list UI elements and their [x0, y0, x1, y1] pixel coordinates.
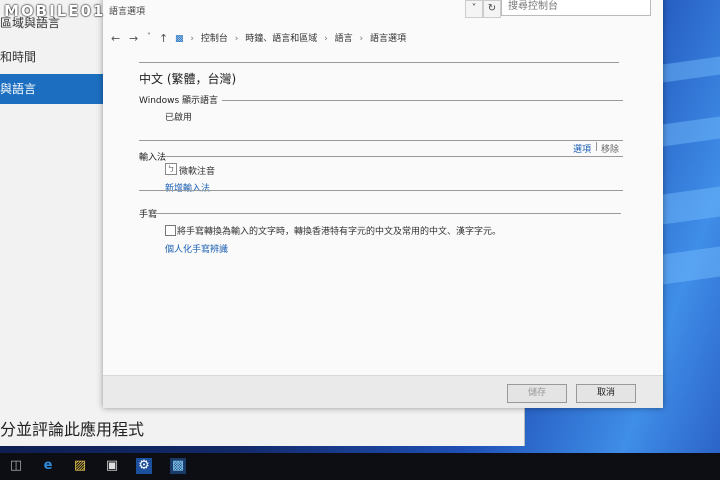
store-icon[interactable]: ▣ — [104, 458, 120, 474]
display-language-status: 已啟用 — [165, 113, 193, 123]
settings-icon[interactable]: ⚙ — [136, 458, 152, 474]
up-icon[interactable]: ↑ — [159, 32, 168, 45]
back-icon[interactable]: ← — [111, 32, 120, 45]
link-separator: | — [595, 142, 599, 152]
breadcrumb-item-control-panel[interactable]: 控制台 — [201, 34, 228, 44]
dialog-titlebar: 語言選項 ˅ ↻ 搜尋控制台 — [103, 0, 663, 24]
control-panel-icon: ▩ — [175, 34, 184, 44]
breadcrumb-separator: › — [190, 34, 194, 44]
dialog-content: 中文 (繁體，台灣) Windows 顯示語言 已啟用 輸入法 選項 | 移除 … — [103, 58, 663, 378]
control-panel-icon[interactable]: ▩ — [170, 458, 186, 474]
ime-name: 微軟注音 — [179, 167, 216, 177]
forward-icon[interactable]: → — [129, 32, 138, 45]
taskbar: ◫ e ▨ ▣ ⚙ ▩ — [0, 453, 720, 480]
options-link[interactable]: 選項 — [573, 142, 591, 155]
refresh-icon[interactable]: ↻ — [483, 0, 501, 18]
breadcrumb-separator: › — [359, 34, 364, 44]
handwriting-checkbox-label[interactable]: 將手寫轉換為輸入的文字時，轉換香港特有字元的中文及常用的中文、漢字字元。 — [177, 224, 597, 237]
add-input-method-link[interactable]: 新增輸入法 — [165, 181, 210, 194]
section-display-language-title: Windows 顯示語言 — [139, 93, 223, 106]
divider — [139, 190, 623, 191]
edge-icon[interactable]: e — [40, 458, 56, 474]
personalize-handwriting-link[interactable]: 個人化手寫辨識 — [165, 242, 228, 255]
settings-footer-text: 分並評論此應用程式 — [0, 420, 145, 439]
sidebar-item-language[interactable]: 與語言 — [0, 74, 110, 104]
breadcrumb-item-language[interactable]: 語言 — [335, 34, 353, 44]
breadcrumb[interactable]: ▩ › 控制台 › 時鐘、語言和區域 › 語言 › 語言選項 — [175, 31, 410, 44]
address-dropdown-icon[interactable]: ˅ — [465, 0, 483, 18]
wallpaper-light — [660, 55, 720, 83]
wallpaper-light — [660, 185, 720, 225]
divider — [165, 156, 623, 157]
page-title: 中文 (繁體，台灣) — [139, 72, 237, 86]
recent-locations-icon[interactable]: ˅ — [147, 32, 151, 41]
search-input[interactable]: 搜尋控制台 — [501, 0, 651, 16]
breadcrumb-item-clock-language-region[interactable]: 時鐘、語言和區域 — [245, 34, 317, 44]
sidebar-item-time[interactable]: 和時間 — [0, 42, 110, 72]
breadcrumb-item-language-options[interactable]: 語言選項 — [370, 34, 406, 44]
wallpaper-light — [660, 245, 720, 285]
cancel-button[interactable]: 取消 — [576, 384, 636, 403]
handwriting-checkbox[interactable] — [165, 225, 176, 236]
navigation-bar: ← → ˅ ↑ ▩ › 控制台 › 時鐘、語言和區域 › 語言 › 語言選項 — [103, 26, 663, 52]
save-button[interactable]: 儲存 — [507, 384, 567, 403]
file-explorer-icon[interactable]: ▨ — [72, 458, 88, 474]
watermark: MOBILE01 — [4, 2, 106, 20]
task-view-icon[interactable]: ◫ — [8, 458, 24, 474]
wallpaper-light — [660, 115, 720, 147]
divider — [155, 213, 621, 214]
dialog-title: 語言選項 — [109, 7, 146, 17]
breadcrumb-separator: › — [234, 34, 239, 44]
language-options-dialog: 語言選項 ˅ ↻ 搜尋控制台 ← → ˅ ↑ ▩ › 控制台 › 時鐘、語言和區… — [103, 0, 663, 408]
divider — [139, 140, 623, 141]
dialog-footer: 儲存 取消 — [103, 375, 663, 408]
remove-link[interactable]: 移除 — [601, 142, 619, 155]
ime-icon: ㄅ — [165, 163, 177, 175]
breadcrumb-separator: › — [324, 34, 328, 44]
divider — [139, 62, 619, 63]
